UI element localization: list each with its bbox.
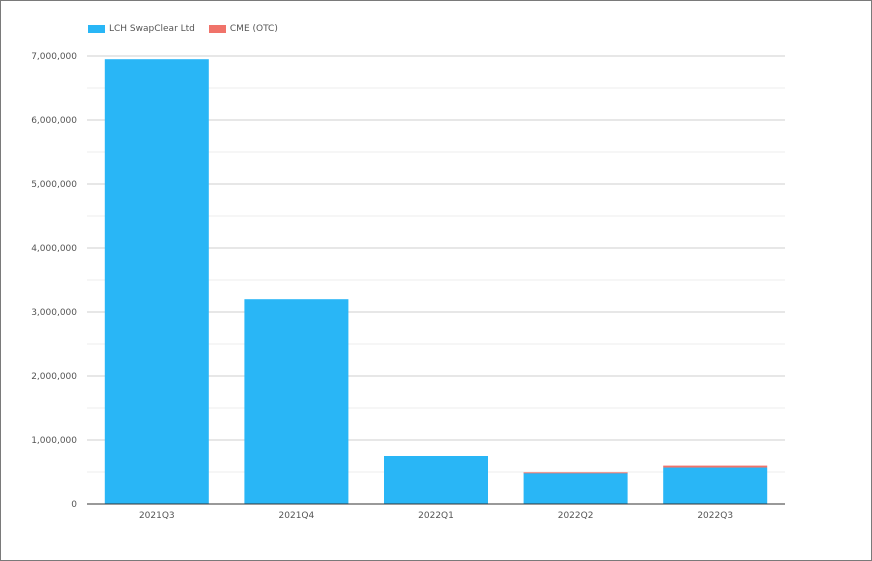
bar-lch-2022Q2 bbox=[523, 472, 628, 504]
x-tick-label: 2022Q3 bbox=[697, 511, 733, 521]
bar-lch-2022Q1 bbox=[384, 456, 488, 504]
y-tick-label: 3,000,000 bbox=[31, 308, 77, 318]
x-tick-label: 2022Q2 bbox=[558, 511, 594, 521]
bar-cme-2022Q2 bbox=[523, 472, 628, 474]
bar-cme-2022Q3 bbox=[663, 465, 768, 468]
y-tick-label: 5,000,000 bbox=[31, 180, 77, 190]
x-tick-label: 2021Q4 bbox=[279, 511, 315, 521]
x-tick-label: 2022Q1 bbox=[418, 511, 454, 521]
bar-lch-2021Q3 bbox=[104, 59, 209, 504]
bar-chart: 0 1,000,000 2,000,000 3,000,000 4,000,000 5,0… bbox=[31, 52, 785, 521]
y-tick-label: 7,000,000 bbox=[31, 52, 77, 62]
bar-lch-2022Q3 bbox=[663, 467, 768, 504]
bar-lch-2021Q4 bbox=[244, 299, 349, 504]
y-tick-label: 0 bbox=[71, 500, 77, 510]
y-tick-label: 2,000,000 bbox=[31, 372, 77, 382]
y-tick-label: 6,000,000 bbox=[31, 116, 77, 126]
y-tick-label: 4,000,000 bbox=[31, 244, 77, 254]
y-tick-label: 1,000,000 bbox=[31, 436, 77, 446]
x-tick-label: 2021Q3 bbox=[139, 511, 175, 521]
